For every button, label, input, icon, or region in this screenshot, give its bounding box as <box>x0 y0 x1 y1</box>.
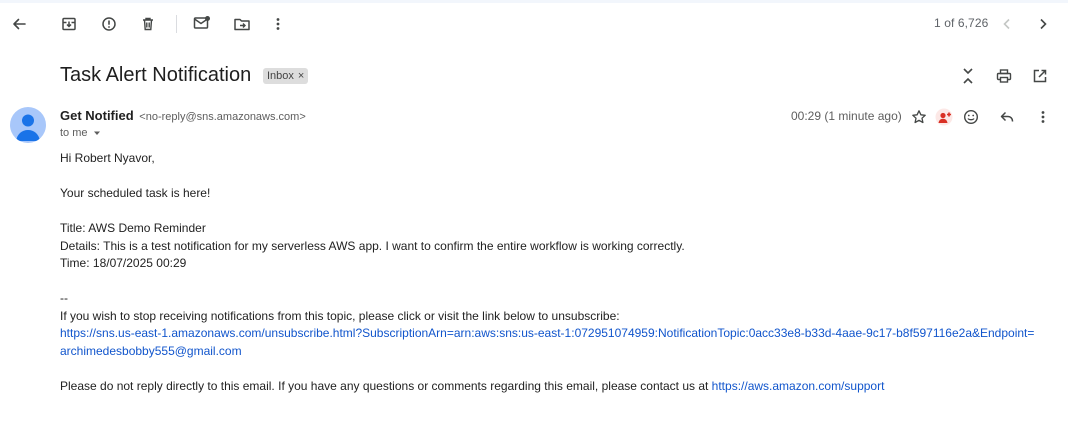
mark-unread-icon <box>193 16 210 29</box>
archive-icon <box>62 17 76 31</box>
unsubscribe-link-line: https://sns.us-east-1.amazonaws.com/unsu… <box>60 325 1050 343</box>
add-contact-icon <box>935 108 953 126</box>
chevron-right-icon <box>1040 18 1047 30</box>
message-more-button[interactable] <box>1027 101 1059 133</box>
top-band <box>0 0 1068 3</box>
remove-label-icon[interactable]: × <box>298 68 304 84</box>
sender-name[interactable]: Get Notified <box>60 108 134 123</box>
delete-button[interactable] <box>132 8 164 40</box>
collapse-all-button[interactable] <box>952 60 984 92</box>
message-body: Hi Robert Nyavor, Your scheduled task is… <box>60 150 1050 395</box>
chevron-left-icon <box>1003 18 1010 30</box>
footer-text: Please do not reply directly to this ema… <box>60 378 712 393</box>
sender-line: Get Notified <no-reply@sns.amazonaws.com… <box>60 108 306 123</box>
arrow-left-icon <box>13 18 26 30</box>
unsubscribe-text: If you wish to stop receiving notificati… <box>60 308 620 323</box>
move-to-button[interactable] <box>226 8 258 40</box>
archive-button[interactable] <box>53 8 85 40</box>
more-vert-icon <box>276 18 280 30</box>
person-icon <box>16 114 40 141</box>
older-button[interactable] <box>1027 8 1059 40</box>
greeting: Hi Robert Nyavor, <box>60 151 155 165</box>
report-spam-icon <box>102 17 116 31</box>
star-icon <box>912 110 926 124</box>
newer-button[interactable] <box>991 8 1023 40</box>
emoji-icon <box>963 109 979 125</box>
unsubscribe-link-continued[interactable]: archimedesbobby555@gmail.com <box>60 344 242 358</box>
intro-text: Your scheduled task is here! <box>60 186 211 200</box>
mark-unread-button[interactable] <box>186 7 218 39</box>
emoji-reaction-button[interactable] <box>955 101 987 133</box>
footer-line: Please do not reply directly to this ema… <box>60 378 1050 396</box>
report-spam-button[interactable] <box>93 8 125 40</box>
label-text: Inbox <box>267 70 294 82</box>
inbox-label-chip[interactable]: Inbox × <box>263 68 309 84</box>
open-in-new-icon <box>1033 69 1047 83</box>
pager-text: 1 of 6,726 <box>934 16 989 30</box>
dropdown-arrow-icon <box>93 131 100 135</box>
details-line: Details: This is a test notification for… <box>60 238 685 253</box>
print-icon <box>996 69 1012 83</box>
reply-button[interactable] <box>991 101 1023 133</box>
time-line: Time: 18/07/2025 00:29 <box>60 256 187 270</box>
recipient-details[interactable]: to me <box>60 127 102 139</box>
support-link[interactable]: https://aws.amazon.com/support <box>712 379 885 393</box>
timestamp: 00:29 (1 minute ago) <box>791 109 902 123</box>
delete-icon <box>143 17 153 31</box>
unsubscribe-link-line-2: archimedesbobby555@gmail.com <box>60 343 1050 361</box>
email-subject: Task Alert Notification <box>60 64 252 86</box>
title-line: Title: AWS Demo Reminder <box>60 221 206 235</box>
open-new-window-button[interactable] <box>1024 60 1056 92</box>
unsubscribe-link[interactable]: https://sns.us-east-1.amazonaws.com/unsu… <box>60 326 1034 340</box>
to-me-text: to me <box>60 127 88 139</box>
signature-separator: -- <box>60 291 68 305</box>
more-vert-icon <box>1041 111 1045 123</box>
move-to-icon <box>234 18 250 31</box>
avatar[interactable] <box>10 107 46 143</box>
reply-icon <box>1000 111 1014 122</box>
more-options-button[interactable] <box>262 8 294 40</box>
print-button[interactable] <box>988 60 1020 92</box>
back-button[interactable] <box>3 8 35 40</box>
toolbar-divider <box>176 15 177 33</box>
sender-email: <no-reply@sns.amazonaws.com> <box>139 111 306 123</box>
unfold-less-icon <box>963 68 973 84</box>
